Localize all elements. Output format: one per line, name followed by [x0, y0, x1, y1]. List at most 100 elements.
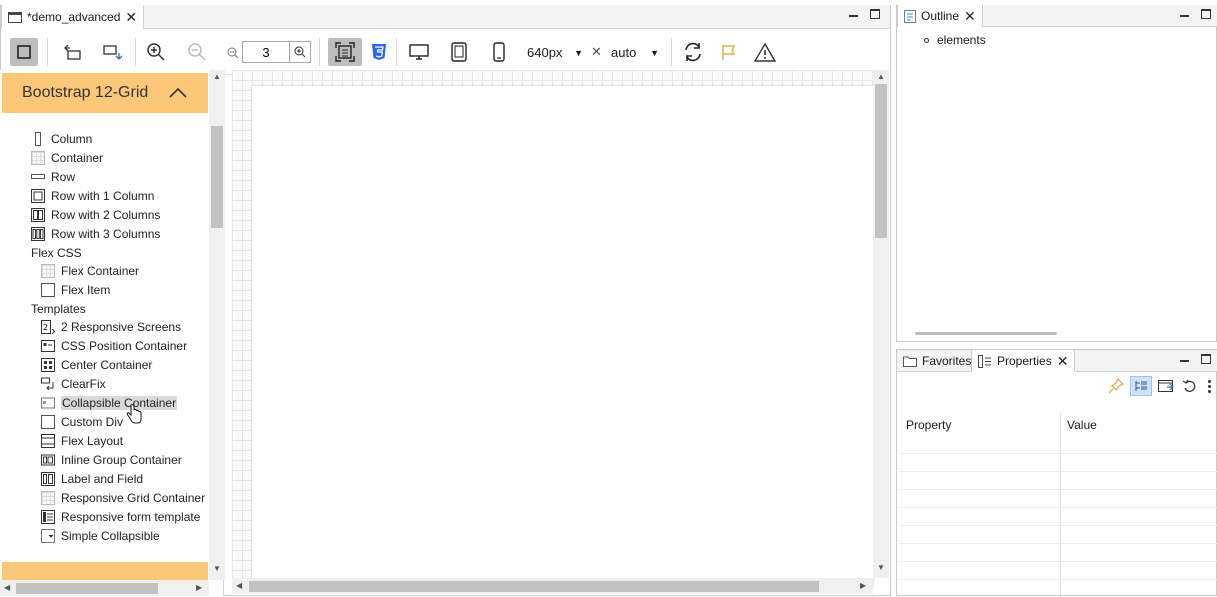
view-menu-icon[interactable]	[1208, 379, 1211, 393]
maximize-icon[interactable]	[1201, 9, 1211, 19]
property-column-header[interactable]: Property	[906, 418, 951, 432]
palette-item-css-position-container[interactable]: CSS Position Container	[41, 337, 187, 354]
palette-item-center-container[interactable]: Center Container	[41, 356, 152, 373]
scroll-left-arrow-icon[interactable]: ◀	[4, 583, 10, 592]
palette-item-inline-group-container[interactable]: Inline Group Container	[41, 451, 182, 468]
phone-view-button[interactable]	[485, 38, 513, 66]
collapsible-container-icon	[41, 397, 55, 408]
tablet-icon	[451, 42, 467, 62]
palette-category-title: Bootstrap 12-Grid	[22, 84, 149, 101]
scroll-up-arrow-icon[interactable]: ▲	[877, 72, 885, 81]
column-divider[interactable]	[1060, 412, 1061, 597]
palette-item-custom-div[interactable]: Custom Div	[41, 413, 123, 430]
select-mode-button[interactable]	[10, 38, 38, 66]
refresh-button[interactable]	[679, 38, 707, 66]
palette-item-row-2-columns[interactable]: Row with 2 Columns	[31, 206, 160, 223]
palette-horizontal-scrollbar[interactable]: ◀ ▶	[0, 580, 209, 596]
zoom-out-icon	[188, 43, 206, 61]
phone-icon	[493, 42, 505, 62]
times-separator: ✕	[591, 44, 602, 59]
maximize-icon[interactable]	[870, 9, 880, 19]
scroll-down-arrow-icon[interactable]: ▼	[877, 563, 885, 572]
height-dropdown-icon: ▼	[650, 47, 659, 58]
move-up-button[interactable]	[59, 38, 87, 66]
palette-item-label: 2 Responsive Screens	[61, 319, 182, 334]
svg-text:2: 2	[43, 323, 48, 332]
editor-tab[interactable]: *demo_advanced ✕	[1, 5, 145, 29]
show-advanced-icon[interactable]	[1158, 378, 1176, 394]
palette-item-responsive-form-template[interactable]: Responsive form template	[41, 508, 200, 525]
editor-tab-close-icon[interactable]: ✕	[125, 10, 137, 24]
palette-vertical-scrollbar[interactable]: ▲ ▼	[209, 70, 225, 580]
palette-item-2-responsive-screens[interactable]: 2 2 Responsive Screens	[41, 318, 181, 335]
scroll-right-arrow-icon[interactable]: ▶	[860, 581, 866, 590]
zoom-in-icon	[147, 43, 165, 61]
palette-item-label: Flex Container	[61, 263, 140, 278]
palette-item-clearfix[interactable]: ClearFix	[41, 375, 106, 392]
value-column-header[interactable]: Value	[1067, 418, 1097, 432]
zoom-in-button[interactable]	[142, 38, 170, 66]
favorites-tab[interactable]: Favorites	[897, 350, 977, 372]
palette-item-row-1-column[interactable]: Row with 1 Column	[31, 187, 154, 204]
warning-button[interactable]	[751, 38, 779, 66]
canvas-vertical-scrollbar[interactable]: ▲ ▼	[873, 70, 889, 578]
canvas-page[interactable]	[252, 86, 873, 586]
pin-icon[interactable]	[1108, 378, 1124, 394]
scroll-up-arrow-icon[interactable]: ▲	[213, 72, 221, 81]
canvas-horizontal-scrollbar[interactable]: ◀ ▶	[232, 578, 873, 594]
palette-item-label: Responsive form template	[61, 509, 201, 524]
scroll-left-arrow-icon[interactable]: ◀	[236, 581, 242, 590]
inline-group-icon	[41, 454, 55, 465]
minimize-icon[interactable]	[849, 15, 858, 17]
fit-canvas-button[interactable]	[328, 38, 362, 66]
properties-header: Favorites Properties ✕	[897, 350, 1217, 372]
minimize-icon[interactable]	[1180, 360, 1189, 362]
restore-default-icon[interactable]	[1182, 378, 1198, 394]
palette-group-flex-css[interactable]: Flex CSS	[31, 244, 82, 261]
maximize-icon[interactable]	[1201, 354, 1211, 364]
palette-item-label-and-field[interactable]: Label and Field	[41, 470, 143, 487]
height-select[interactable]: auto ▼	[611, 45, 659, 60]
properties-tab-title: Properties	[997, 354, 1052, 368]
desktop-view-button[interactable]	[405, 38, 433, 66]
flag-button[interactable]	[715, 38, 743, 66]
row-icon	[31, 174, 45, 179]
show-categories-button[interactable]	[1130, 376, 1152, 396]
palette-item-flex-item[interactable]: Flex Item	[41, 281, 110, 298]
properties-tab[interactable]: Properties ✕	[971, 350, 1076, 372]
palette-item-container[interactable]: Container	[31, 149, 103, 166]
responsive-form-icon	[41, 509, 55, 524]
outline-tree-item[interactable]: elements	[924, 33, 986, 47]
outline-tab[interactable]: Outline ✕	[897, 5, 983, 27]
zoom-out-button[interactable]	[183, 38, 211, 66]
minimize-icon[interactable]	[1180, 15, 1189, 17]
table-row-divider	[898, 543, 1217, 544]
canvas-hscroll-thumb[interactable]	[249, 581, 819, 592]
width-select[interactable]: 640px ▼	[527, 45, 583, 60]
css3-button[interactable]	[365, 38, 393, 66]
palette-item-flex-layout[interactable]: Flex Layout	[41, 432, 123, 449]
tablet-view-button[interactable]	[445, 38, 473, 66]
palette-item-flex-container[interactable]: Flex Container	[41, 262, 139, 279]
palette-item-collapsible-container[interactable]: Collapsible Container	[41, 394, 178, 411]
palette-group-templates[interactable]: Templates	[31, 300, 86, 317]
scroll-right-arrow-icon[interactable]: ▶	[196, 583, 202, 592]
scroll-down-arrow-icon[interactable]: ▼	[213, 564, 221, 573]
palette-category-header[interactable]: Bootstrap 12-Grid	[2, 73, 208, 113]
zoom-level-input[interactable]	[242, 41, 290, 63]
properties-close-icon[interactable]: ✕	[1057, 354, 1069, 368]
palette-item-label: Column	[51, 131, 93, 146]
palette-item-simple-collapsible[interactable]: Simple Collapsible	[41, 527, 160, 544]
palette-hscroll-thumb[interactable]	[16, 583, 158, 594]
palette-item-row-3-columns[interactable]: Row with 3 Columns	[31, 225, 160, 242]
palette-item-row[interactable]: Row	[31, 168, 75, 185]
palette-item-column[interactable]: Column	[31, 130, 92, 147]
palette-item-responsive-grid-container[interactable]: Responsive Grid Container	[41, 489, 205, 506]
zoom-small-in-button[interactable]	[289, 41, 311, 63]
outline-close-icon[interactable]: ✕	[964, 9, 976, 23]
zoom-small-out-icon[interactable]	[227, 47, 239, 62]
move-down-button[interactable]	[98, 38, 126, 66]
palette-scroll-thumb[interactable]	[211, 126, 223, 228]
canvas-scroll-thumb[interactable]	[875, 84, 887, 238]
outline-horizontal-scrollbar[interactable]	[915, 332, 1057, 335]
